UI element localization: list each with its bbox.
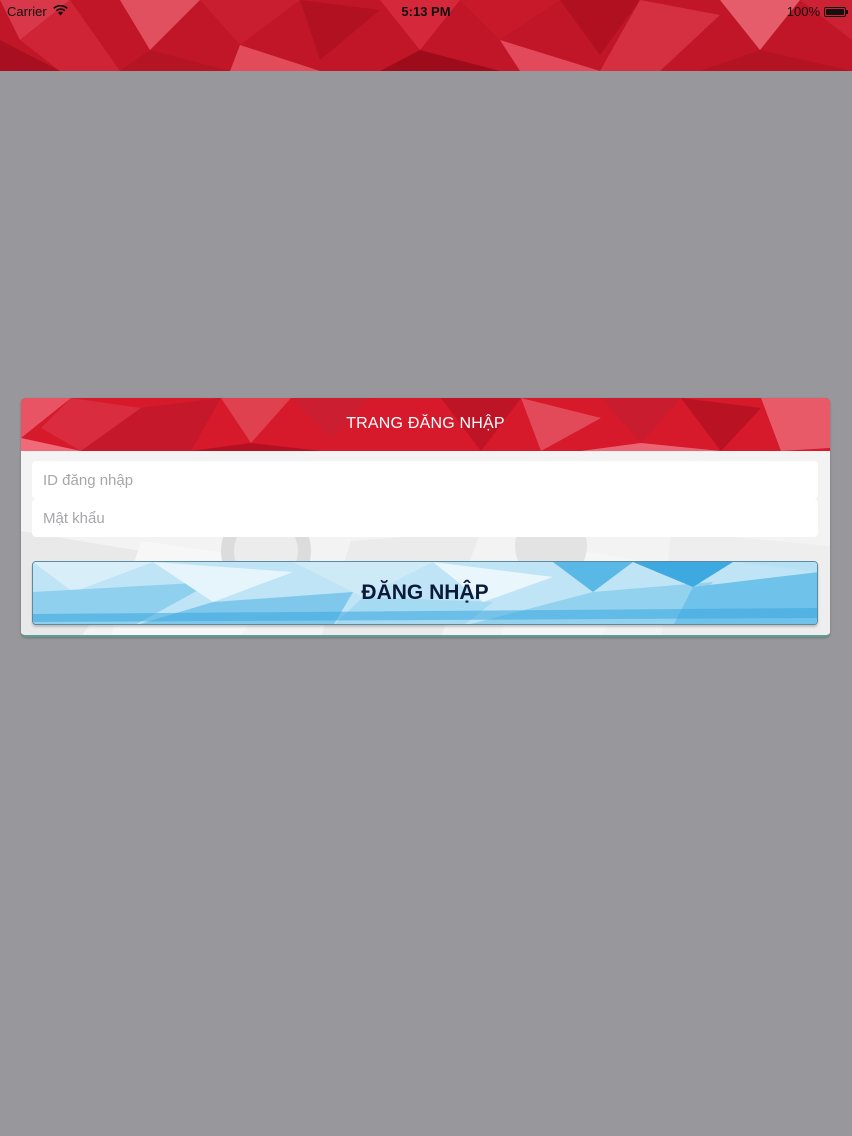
login-button-label: ĐĂNG NHẬP xyxy=(361,581,489,604)
login-title: TRANG ĐĂNG NHẬP xyxy=(346,415,505,432)
battery-fill xyxy=(826,8,844,15)
login-dialog-header: TRANG ĐĂNG NHẬP xyxy=(21,398,830,451)
battery-percent: 100% xyxy=(786,4,820,19)
status-right: 100% xyxy=(786,4,848,19)
status-bar: Carrier 5:13 PM 100% xyxy=(0,0,852,22)
login-dialog: TRANG ĐĂNG NHẬP ĐĂNG N xyxy=(21,398,830,637)
login-id-input[interactable] xyxy=(32,461,818,499)
login-button[interactable]: ĐĂNG NHẬP xyxy=(32,561,818,625)
battery-icon xyxy=(824,6,848,17)
status-time: 5:13 PM xyxy=(401,4,451,19)
battery-tip xyxy=(846,9,848,14)
password-input[interactable] xyxy=(32,499,818,537)
